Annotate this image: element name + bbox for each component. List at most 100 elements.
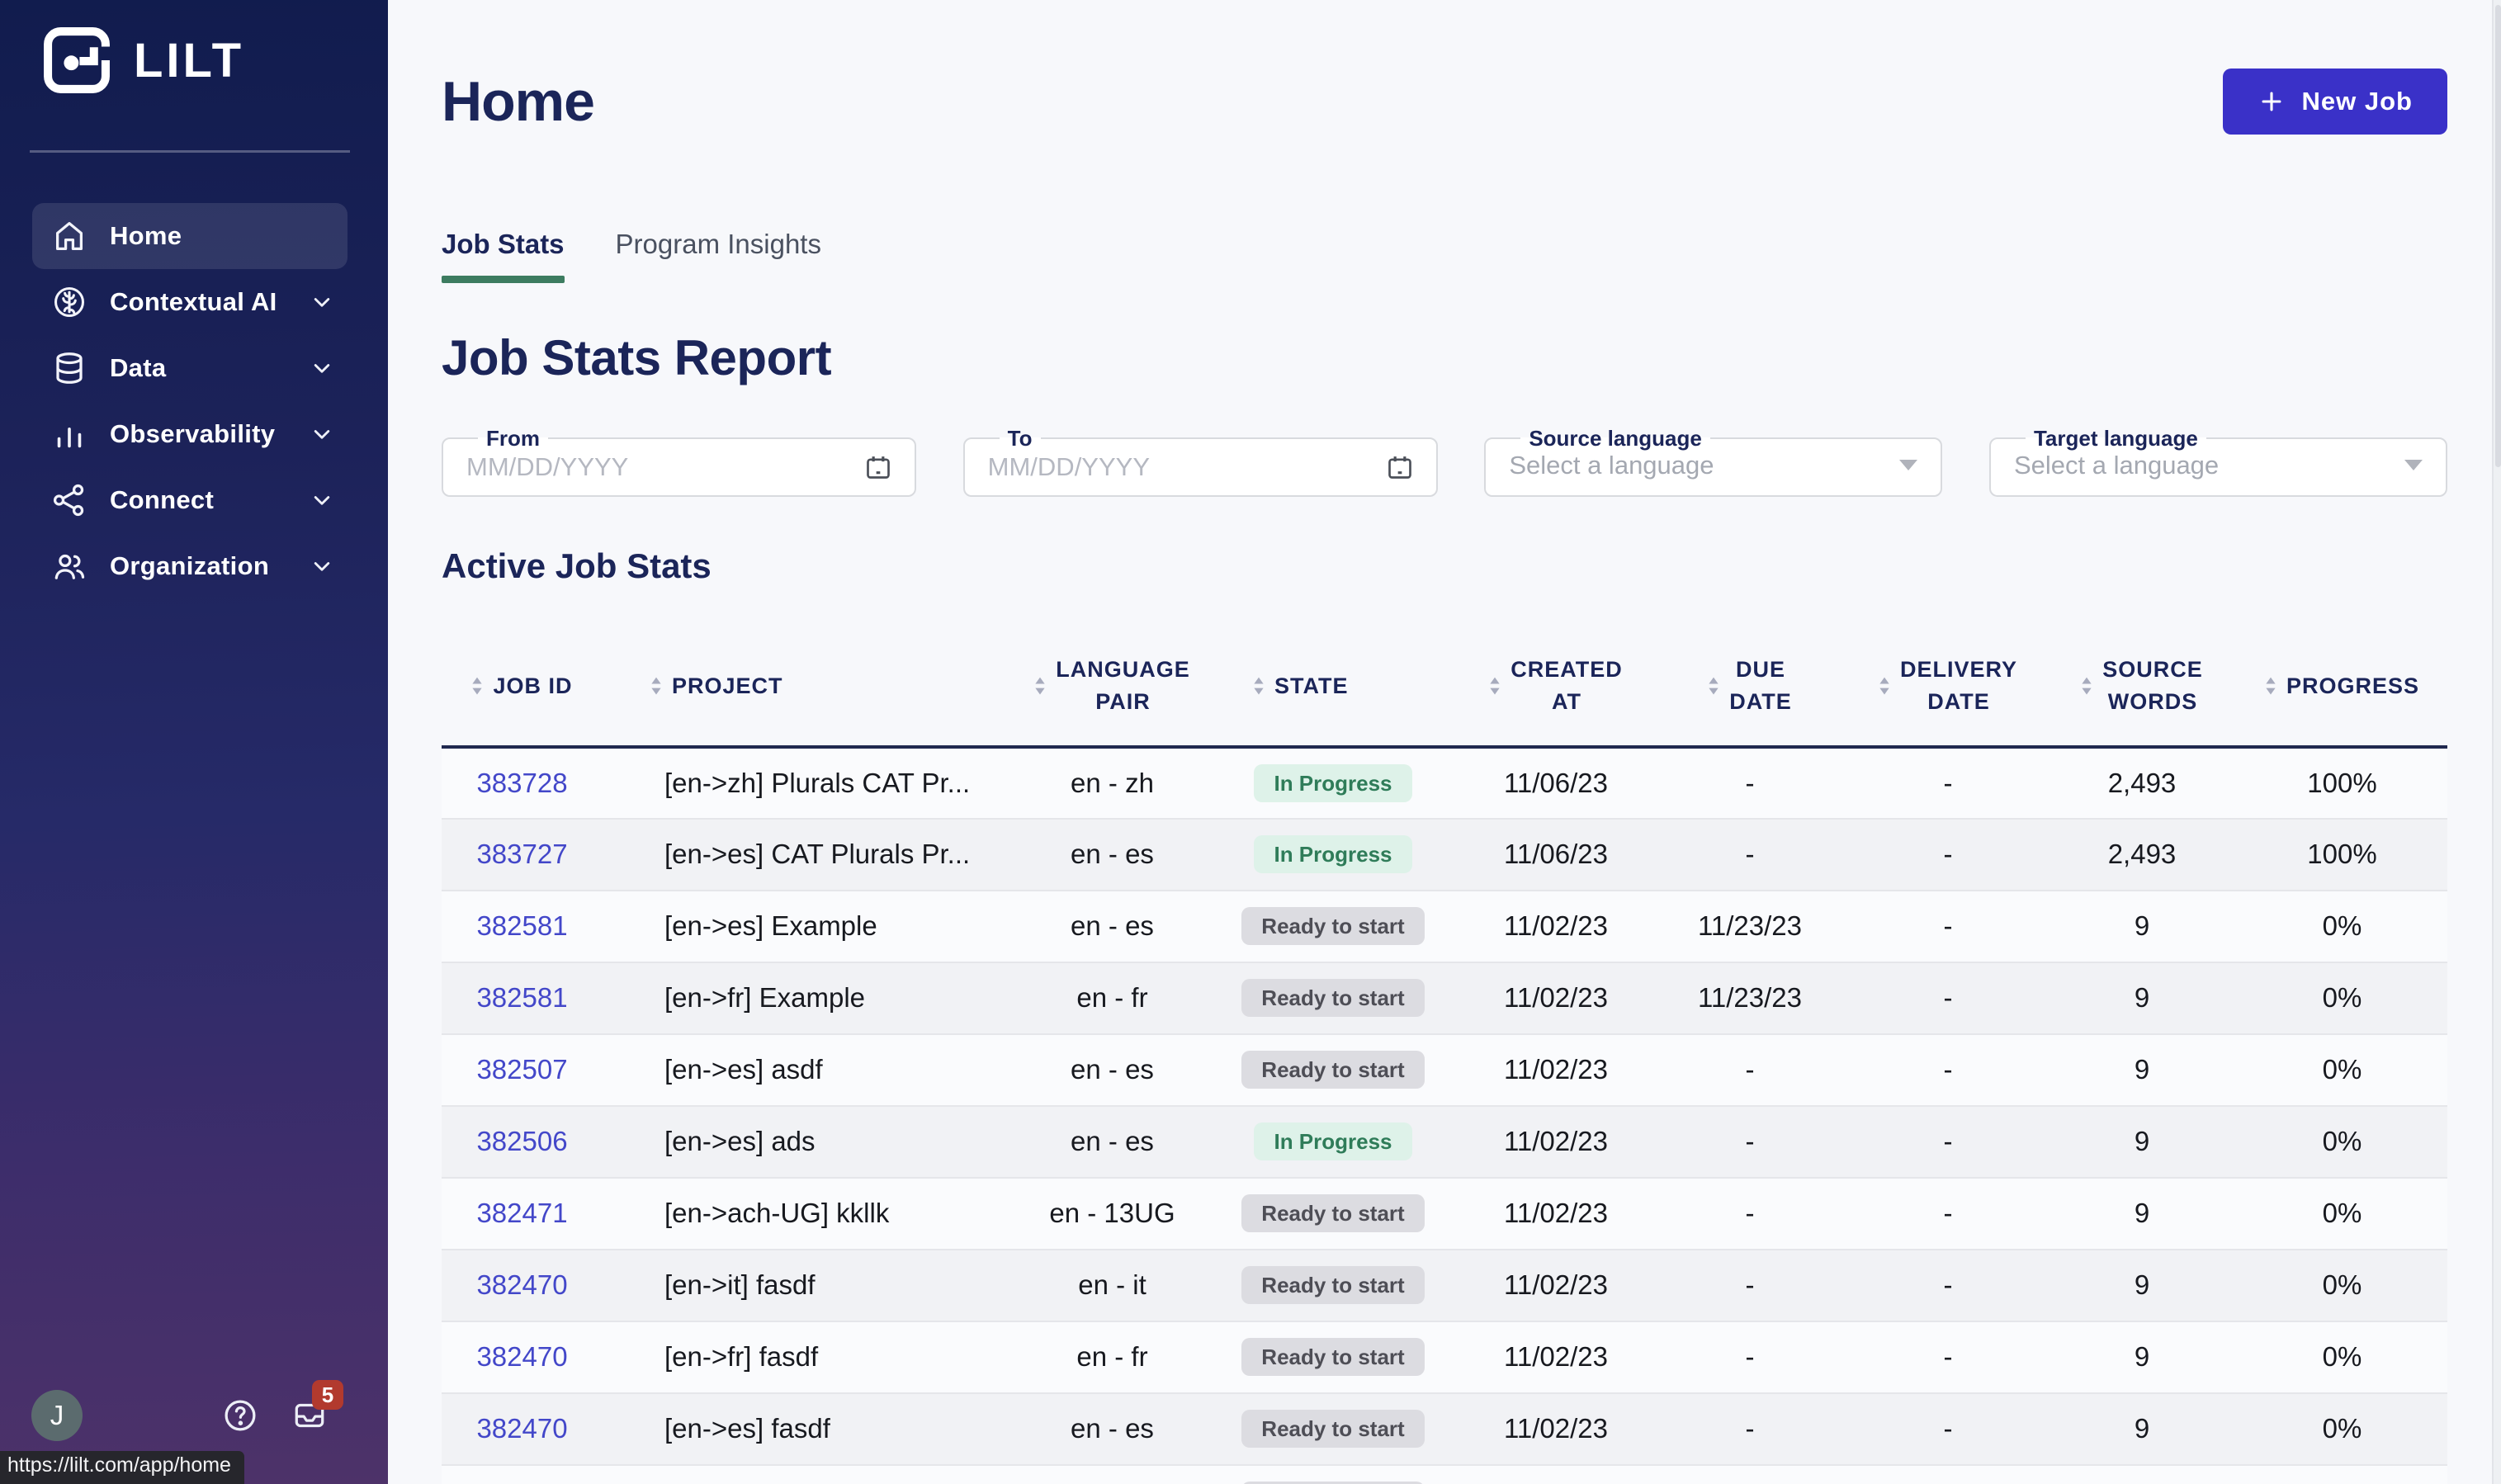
dropdown-caret-icon[interactable] bbox=[1899, 460, 1918, 471]
job-id-link[interactable]: 383728 bbox=[476, 768, 567, 798]
cell-language-pair: en - fr bbox=[1076, 1341, 1148, 1373]
cell-created-at: 11/02/23 bbox=[1503, 1341, 1608, 1373]
to-date-input[interactable] bbox=[987, 451, 1383, 482]
job-id-link[interactable]: 382581 bbox=[476, 910, 567, 941]
sidebar-item-connect[interactable]: Connect bbox=[32, 467, 347, 533]
job-id-link[interactable]: 382470 bbox=[476, 1341, 567, 1372]
cell-created-at: 11/02/23 bbox=[1503, 1198, 1608, 1229]
cell-created-at: 11/02/23 bbox=[1503, 1269, 1608, 1301]
chevron-down-icon bbox=[308, 288, 336, 316]
column-label: JOB ID bbox=[493, 673, 573, 698]
page-scrollbar[interactable] bbox=[2492, 0, 2501, 1484]
cell-project: [en->zh] Plurals CAT Pr... bbox=[664, 767, 971, 798]
cell-due-date: - bbox=[1745, 1054, 1755, 1085]
calendar-icon[interactable] bbox=[1383, 451, 1416, 484]
cell-project: [en->es] asdf bbox=[664, 1054, 823, 1085]
column-label: DUE DATE bbox=[1729, 657, 1792, 715]
source-language-select[interactable]: Select a language bbox=[1509, 451, 1899, 480]
from-date-input[interactable] bbox=[466, 451, 862, 482]
active-tab-underline bbox=[442, 276, 565, 284]
report-title: Job Stats Report bbox=[442, 330, 832, 386]
job-id-link[interactable]: 382506 bbox=[476, 1126, 567, 1156]
tab-program-insights[interactable]: Program Insights bbox=[616, 229, 821, 283]
calendar-icon[interactable] bbox=[862, 451, 895, 484]
inbox-badge: 5 bbox=[312, 1380, 343, 1410]
job-id-link[interactable]: 382507 bbox=[476, 1054, 567, 1085]
tab-job-stats[interactable]: Job Stats bbox=[442, 229, 565, 284]
cell-delivery-date: - bbox=[1943, 982, 1953, 1014]
chevron-down-icon bbox=[308, 486, 336, 514]
app-logo[interactable]: LILT bbox=[0, 0, 388, 96]
column-header-due-date[interactable]: DUE DATE bbox=[1651, 626, 1849, 749]
job-id-link[interactable]: 382470 bbox=[476, 1269, 567, 1300]
cell-created-at: 11/02/23 bbox=[1503, 1413, 1608, 1444]
sidebar: LILT Home Contextual AI Data Observability C… bbox=[0, 0, 388, 1484]
state-badge: In Progress bbox=[1254, 835, 1412, 874]
column-header-source-words[interactable]: SOURCE WORDS bbox=[2047, 626, 2237, 749]
filter-from: From bbox=[442, 425, 916, 497]
cell-source-words: 9 bbox=[2134, 1054, 2150, 1085]
bar-chart-icon bbox=[50, 415, 88, 453]
cell-delivery-date: - bbox=[1943, 910, 1953, 942]
home-icon bbox=[50, 217, 88, 255]
job-id-link[interactable]: 382470 bbox=[476, 1413, 567, 1444]
plus-icon bbox=[2258, 87, 2286, 116]
column-header-job-id[interactable]: JOB ID bbox=[442, 626, 603, 749]
sort-icon bbox=[1489, 677, 1501, 695]
job-id-link[interactable]: 383727 bbox=[476, 839, 567, 869]
job-id-link[interactable]: 382581 bbox=[476, 982, 567, 1013]
page-title: Home bbox=[442, 69, 595, 133]
cell-delivery-date: - bbox=[1943, 1341, 1953, 1373]
sort-icon bbox=[650, 677, 662, 695]
cell-progress: 0% bbox=[2322, 1126, 2362, 1157]
column-header-progress[interactable]: PROGRESS bbox=[2237, 626, 2447, 749]
table-header-row: JOB ID PROJECT LANGUAGE PAIR STATE CREATED AT D… bbox=[442, 626, 2447, 749]
table-row: 383727 [en->es] CAT Plurals Pr... en - es I… bbox=[442, 818, 2447, 891]
cell-progress: 0% bbox=[2322, 1341, 2362, 1373]
help-icon[interactable] bbox=[221, 1397, 259, 1434]
cell-project: [en->it] fasdf bbox=[664, 1269, 816, 1301]
inbox-icon[interactable]: 5 bbox=[291, 1380, 343, 1434]
cell-source-words: 9 bbox=[2134, 1413, 2150, 1444]
sidebar-item-home[interactable]: Home bbox=[32, 203, 347, 269]
cell-project: [en->fr] fasdf bbox=[664, 1341, 819, 1373]
column-label: STATE bbox=[1274, 673, 1349, 698]
column-header-created-at[interactable]: CREATED AT bbox=[1461, 626, 1651, 749]
sidebar-item-observability[interactable]: Observability bbox=[32, 401, 347, 467]
column-label: LANGUAGE PAIR bbox=[1056, 657, 1190, 715]
cell-language-pair: en - es bbox=[1071, 839, 1154, 870]
filter-to: To bbox=[962, 427, 1438, 497]
dropdown-caret-icon[interactable] bbox=[2404, 460, 2423, 471]
column-header-language-pair[interactable]: LANGUAGE PAIR bbox=[1019, 626, 1205, 749]
sidebar-item-label: Observability bbox=[110, 419, 276, 448]
avatar[interactable]: J bbox=[31, 1390, 83, 1441]
sidebar-item-label: Data bbox=[110, 353, 167, 382]
cell-delivery-date: - bbox=[1943, 839, 1953, 870]
new-job-button[interactable]: New Job bbox=[2222, 68, 2447, 135]
cell-delivery-date: - bbox=[1943, 1126, 1953, 1157]
column-header-delivery-date[interactable]: DELIVERY DATE bbox=[1849, 626, 2047, 749]
job-id-link[interactable]: 382471 bbox=[476, 1198, 567, 1228]
cell-due-date: - bbox=[1745, 839, 1755, 870]
field-label: From bbox=[486, 425, 540, 451]
scrollbar-thumb[interactable] bbox=[2495, 5, 2501, 467]
sidebar-item-organization[interactable]: Organization bbox=[32, 533, 347, 599]
cell-project: [en->fr] Example bbox=[664, 982, 866, 1014]
column-label: PROGRESS bbox=[2286, 673, 2420, 698]
cell-due-date: - bbox=[1745, 1413, 1755, 1444]
state-badge: Ready to start bbox=[1241, 1194, 1425, 1233]
cell-due-date: - bbox=[1745, 767, 1755, 798]
sidebar-item-label: Organization bbox=[110, 551, 270, 580]
column-header-state[interactable]: STATE bbox=[1205, 626, 1461, 749]
sidebar-item-label: Contextual AI bbox=[110, 287, 277, 316]
lilt-logo-icon bbox=[41, 25, 112, 96]
target-language-select[interactable]: Select a language bbox=[2014, 451, 2404, 480]
state-badge: Ready to start bbox=[1241, 1338, 1425, 1377]
column-header-project[interactable]: PROJECT bbox=[603, 626, 1019, 749]
logo-wordmark: LILT bbox=[134, 33, 245, 87]
cell-delivery-date: - bbox=[1943, 767, 1953, 798]
column-label: DELIVERY DATE bbox=[1899, 657, 2018, 715]
sort-icon bbox=[1034, 677, 1046, 695]
sidebar-item-contextual-ai[interactable]: Contextual AI bbox=[32, 269, 347, 335]
sidebar-item-data[interactable]: Data bbox=[32, 335, 347, 401]
